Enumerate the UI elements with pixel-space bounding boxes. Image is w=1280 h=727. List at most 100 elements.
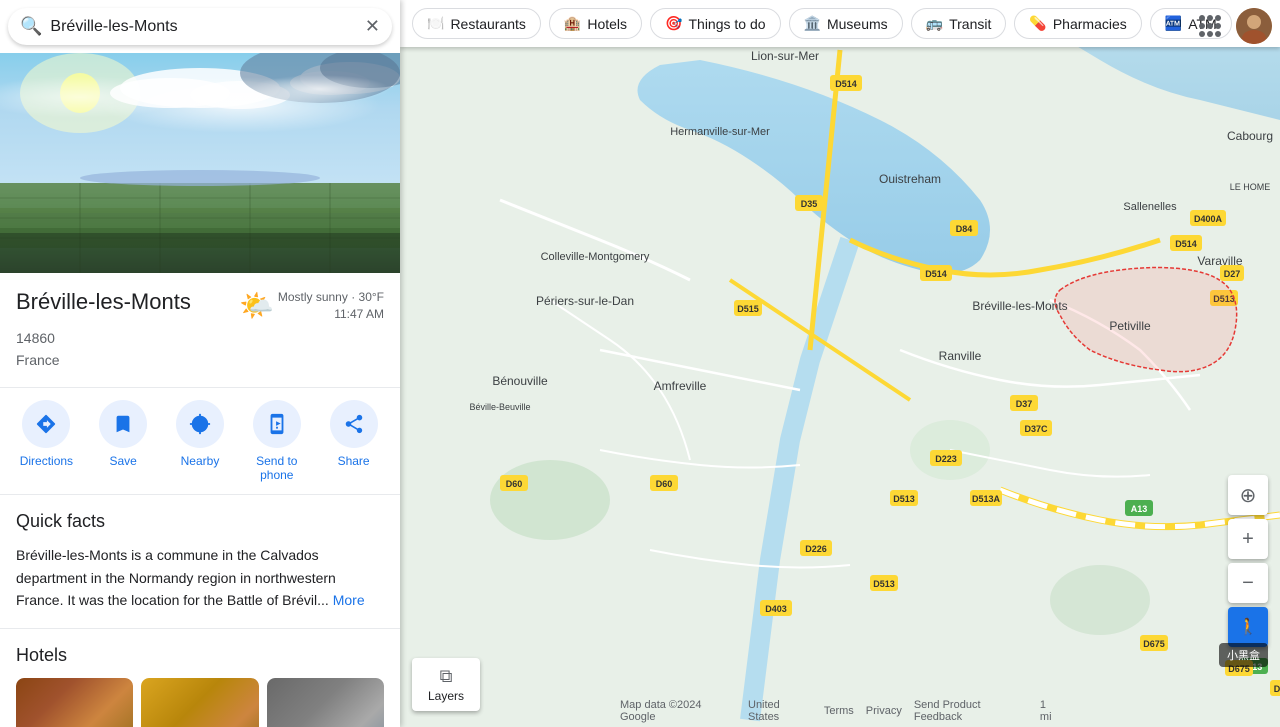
- label-le-home: LE HOME: [1230, 182, 1271, 192]
- map-privacy[interactable]: Privacy: [866, 705, 902, 717]
- label-petiville: Petiville: [1109, 319, 1151, 333]
- svg-text:D223: D223: [935, 454, 957, 464]
- svg-text:A13: A13: [1131, 504, 1148, 514]
- svg-text:D515: D515: [737, 304, 759, 314]
- search-bar: 🔍 Bréville-les-Monts ✕: [8, 8, 392, 45]
- weather-widget: 🌤️ Mostly sunny · 30°F 11:47 AM: [239, 289, 384, 323]
- map-terms[interactable]: Terms: [824, 705, 854, 717]
- map-country: United States: [748, 699, 812, 723]
- send-to-phone-button[interactable]: Send tophone: [247, 400, 307, 482]
- svg-text:D226: D226: [805, 544, 827, 554]
- hotel-card-2[interactable]: $294: [141, 678, 258, 727]
- zoom-out-button[interactable]: −: [1228, 563, 1268, 603]
- search-icon: 🔍: [20, 16, 42, 37]
- directions-button[interactable]: Directions: [16, 400, 76, 482]
- svg-text:D400A: D400A: [1194, 214, 1223, 224]
- nearby-icon: [189, 413, 211, 435]
- hotel-card-1[interactable]: $89: [16, 678, 133, 727]
- hotel-card-image-2: [141, 678, 258, 727]
- location-name: Bréville-les-Monts: [16, 289, 191, 315]
- quick-facts-title: Quick facts: [16, 511, 384, 532]
- dot: [1207, 31, 1213, 37]
- share-button[interactable]: Share: [324, 400, 384, 482]
- svg-text:D35: D35: [801, 199, 818, 209]
- nav-pill-museums[interactable]: 🏛️ Museums: [789, 8, 903, 39]
- layers-button[interactable]: ⧉ Layers: [412, 658, 480, 711]
- nav-pill-hotels[interactable]: 🏨 Hotels: [549, 8, 642, 39]
- send-to-phone-circle: [253, 400, 301, 448]
- svg-text:D675: D675: [1143, 639, 1165, 649]
- location-details: 14860 France: [16, 327, 384, 372]
- label-periers: Périers-sur-le-Dan: [536, 294, 634, 308]
- museums-icon: 🏛️: [804, 15, 821, 32]
- hotel-cards: $89 $294: [16, 678, 384, 727]
- map-canvas[interactable]: D514 D514 D514 D35 D60 D60 D515 D84 D37 …: [400, 0, 1280, 727]
- close-icon[interactable]: ✕: [365, 16, 380, 37]
- svg-text:D37: D37: [1016, 399, 1033, 409]
- save-label: Save: [110, 454, 137, 468]
- svg-text:D37C: D37C: [1024, 424, 1048, 434]
- save-button[interactable]: Save: [93, 400, 153, 482]
- weather-text: Mostly sunny · 30°F 11:47 AM: [278, 289, 384, 323]
- atm-icon: 🏧: [1165, 15, 1182, 32]
- svg-text:D60: D60: [656, 479, 673, 489]
- label-lion-sur-mer: Lion-sur-Mer: [751, 49, 819, 63]
- label-benouville: Bénouville: [492, 374, 548, 388]
- user-avatar[interactable]: [1236, 8, 1272, 44]
- map-controls: ⊕ + − 🚶: [1228, 475, 1268, 647]
- watermark: 小黑盒: [1219, 643, 1268, 667]
- save-icon: [112, 413, 134, 435]
- more-link[interactable]: More: [333, 592, 365, 608]
- map-navigation-bar: 🍽️ Restaurants 🏨 Hotels 🎯 Things to do 🏛…: [400, 0, 1280, 47]
- things-to-do-icon: 🎯: [665, 15, 682, 32]
- my-location-button[interactable]: ⊕: [1228, 475, 1268, 515]
- dot: [1207, 15, 1213, 21]
- map-area[interactable]: 🍽️ Restaurants 🏨 Hotels 🎯 Things to do 🏛…: [400, 0, 1280, 727]
- nav-pill-things-to-do[interactable]: 🎯 Things to do: [650, 8, 781, 39]
- apps-grid-button[interactable]: [1192, 8, 1228, 44]
- svg-text:D514: D514: [1175, 239, 1197, 249]
- send-to-phone-icon: [266, 413, 288, 435]
- pharmacies-label: Pharmacies: [1053, 16, 1127, 32]
- grid-dots: [1199, 15, 1221, 37]
- dot: [1207, 23, 1213, 29]
- dot: [1215, 15, 1221, 21]
- quick-facts: Quick facts Bréville-les-Monts is a comm…: [0, 495, 400, 628]
- restaurants-icon: 🍽️: [427, 15, 444, 32]
- left-panel: 🔍 Bréville-les-Monts ✕: [0, 0, 400, 727]
- label-hermanville: Hermanville-sur-Mer: [670, 126, 770, 138]
- map-send-feedback[interactable]: Send Product Feedback: [914, 699, 1028, 723]
- pegman-button[interactable]: 🚶: [1228, 607, 1268, 647]
- label-beville-beuville: Béville-Beuville: [469, 402, 530, 412]
- hotel-card-image-1: [16, 678, 133, 727]
- road-label-d514: D514: [835, 79, 857, 89]
- send-to-phone-label: Send tophone: [256, 454, 297, 482]
- svg-text:D403: D403: [765, 604, 787, 614]
- zoom-in-button[interactable]: +: [1228, 519, 1268, 559]
- hero-image: [0, 53, 400, 273]
- transit-label: Transit: [949, 16, 991, 32]
- nav-pill-restaurants[interactable]: 🍽️ Restaurants: [412, 8, 541, 39]
- dot: [1215, 23, 1221, 29]
- directions-icon: [35, 413, 57, 435]
- hotels-icon: 🏨: [564, 15, 581, 32]
- nearby-button[interactable]: Nearby: [170, 400, 230, 482]
- transit-icon: 🚌: [926, 15, 943, 32]
- label-breville: Bréville-les-Monts: [972, 299, 1067, 313]
- restaurants-label: Restaurants: [450, 16, 525, 32]
- nav-pill-pharmacies[interactable]: 💊 Pharmacies: [1014, 8, 1141, 39]
- directions-circle: [22, 400, 70, 448]
- hotel-card-image-3: [267, 678, 384, 727]
- hotel-card-3[interactable]: [267, 678, 384, 727]
- search-input[interactable]: Bréville-les-Monts: [50, 18, 364, 36]
- svg-text:D84: D84: [956, 224, 973, 234]
- map-footer: Map data ©2024 Google United States Term…: [620, 699, 1060, 723]
- label-ouistreham: Ouistreham: [879, 172, 941, 186]
- nav-pill-transit[interactable]: 🚌 Transit: [911, 8, 1007, 39]
- label-cabourg: Cabourg: [1227, 129, 1273, 143]
- avatar-image: [1236, 8, 1272, 44]
- map-copyright: Map data ©2024 Google: [620, 699, 736, 723]
- layers-icon: ⧉: [440, 666, 453, 687]
- label-ranville: Ranville: [939, 349, 982, 363]
- road-label-d514b: D514: [925, 269, 947, 279]
